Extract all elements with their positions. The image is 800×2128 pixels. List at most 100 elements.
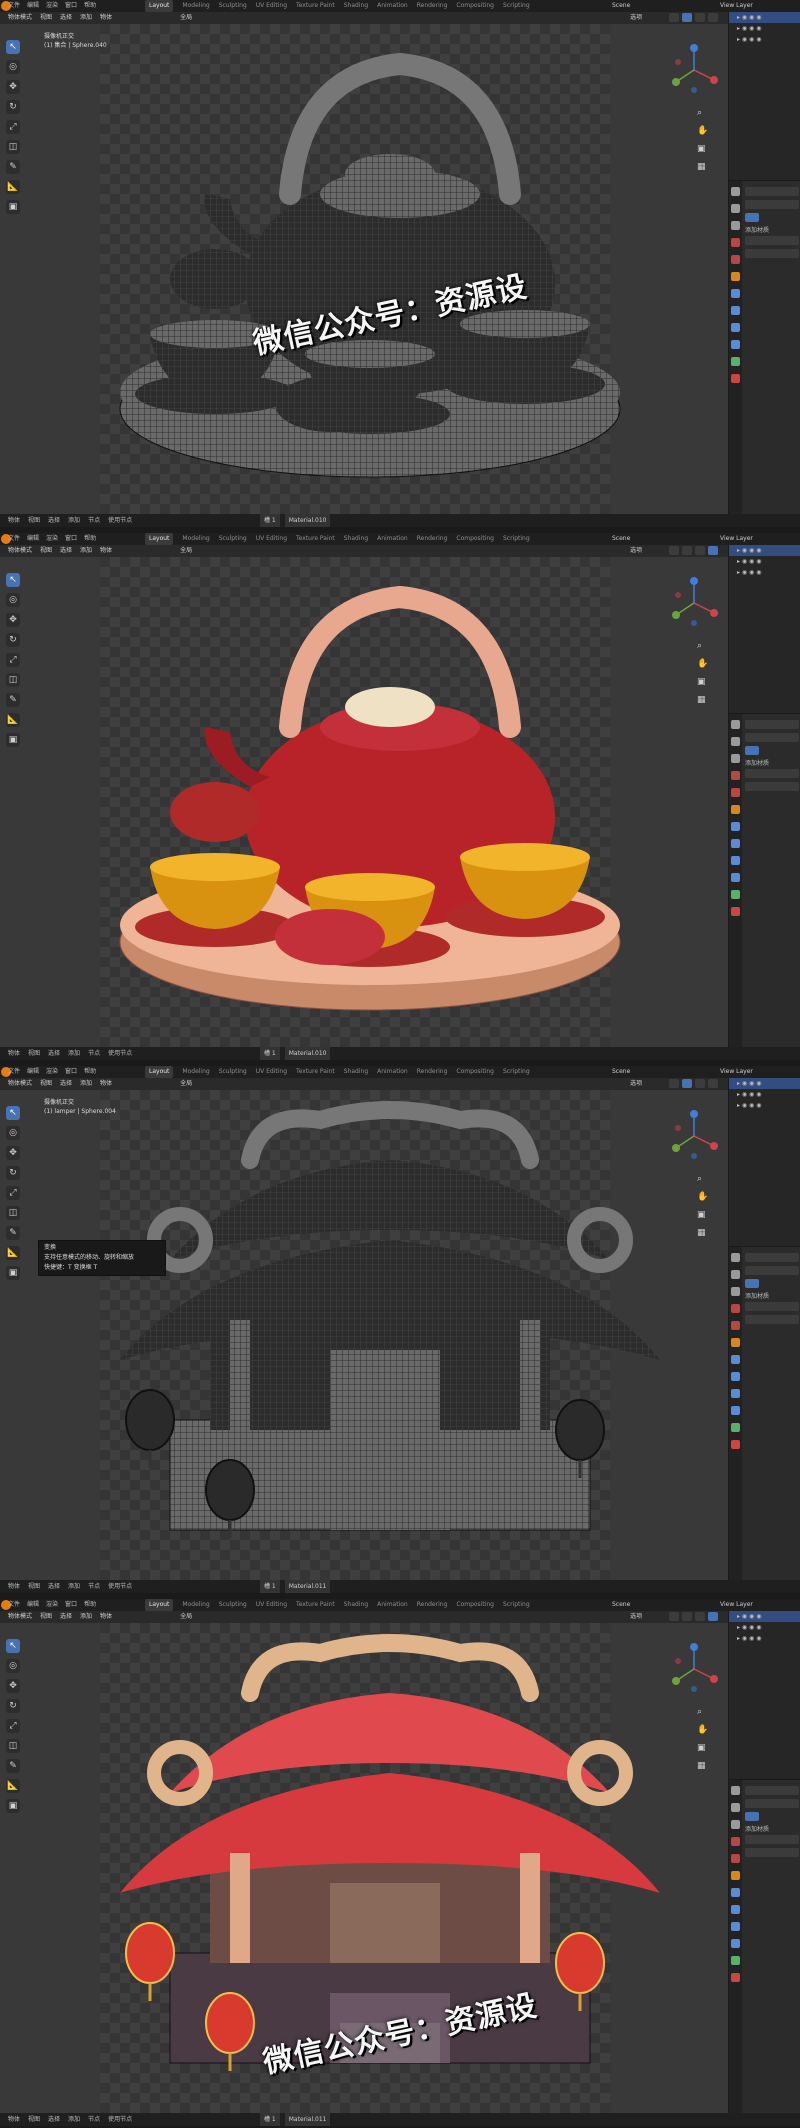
workspace-tab[interactable]: Layout xyxy=(145,1066,174,1078)
property-field[interactable] xyxy=(745,1848,799,1857)
workspace-tab[interactable]: Texture Paint xyxy=(296,1599,335,1611)
viewport-menu-item[interactable]: 物体模式 xyxy=(8,545,32,557)
add-cube-tool-icon[interactable]: ▣ xyxy=(6,733,20,747)
property-field[interactable] xyxy=(745,769,799,778)
annotate-tool-icon[interactable]: ✎ xyxy=(6,160,20,174)
move-tool-icon[interactable]: ✥ xyxy=(6,1146,20,1160)
object-tab-icon[interactable] xyxy=(731,272,740,281)
viewport-menu-item[interactable]: 物体 xyxy=(100,12,112,24)
status-menu-item[interactable]: 添加 xyxy=(68,1580,80,1593)
material-slot-list[interactable] xyxy=(745,1266,799,1275)
top-menu-item[interactable]: 帮助 xyxy=(84,1599,96,1611)
top-menu-item[interactable]: 编辑 xyxy=(27,1599,39,1611)
output-tab-icon[interactable] xyxy=(731,1287,740,1296)
workspace-tab[interactable]: Animation xyxy=(377,533,408,545)
move-tool-icon[interactable]: ✥ xyxy=(6,80,20,94)
modifier-tab-icon[interactable] xyxy=(731,822,740,831)
material-slot-list[interactable] xyxy=(745,720,799,729)
pan-hand-icon[interactable]: ✋ xyxy=(697,1725,708,1735)
scene-selector[interactable]: Scene xyxy=(612,1599,630,1611)
render-tab-icon[interactable] xyxy=(731,1270,740,1279)
render-tab-icon[interactable] xyxy=(731,1803,740,1812)
cursor-tool-icon[interactable]: ◎ xyxy=(6,1659,20,1673)
move-tool-icon[interactable]: ✥ xyxy=(6,613,20,627)
top-menu-item[interactable]: 编辑 xyxy=(27,0,39,12)
physics-tab-icon[interactable] xyxy=(731,856,740,865)
add-cube-tool-icon[interactable]: ▣ xyxy=(6,1266,20,1280)
annotate-tool-icon[interactable]: ✎ xyxy=(6,1226,20,1240)
measure-tool-icon[interactable]: 📐 xyxy=(6,1779,20,1793)
select-tool-icon[interactable]: ↖ xyxy=(6,40,20,54)
status-menu-item[interactable]: 物体 xyxy=(8,514,20,527)
ortho-grid-icon[interactable]: ▦ xyxy=(697,162,708,172)
outliner-row[interactable]: ▸ ◉ ◉ ◉ xyxy=(729,1633,800,1644)
status-menu-item[interactable]: 节点 xyxy=(88,2113,100,2126)
workspace-tab[interactable]: Modeling xyxy=(182,0,209,12)
status-menu-item[interactable]: 节点 xyxy=(88,1580,100,1593)
top-menu-item[interactable]: 窗口 xyxy=(65,533,77,545)
outliner[interactable]: ▸ ◉ ◉ ◉ ▸ ◉ ◉ ◉ ▸ ◉ ◉ ◉ xyxy=(728,545,800,713)
constraint-tab-icon[interactable] xyxy=(731,1406,740,1415)
rotate-tool-icon[interactable]: ↻ xyxy=(6,1166,20,1180)
workspace-tab[interactable]: Sculpting xyxy=(219,0,247,12)
material-selector[interactable]: 槽 1 Material.010 xyxy=(260,1047,331,1060)
navigation-gizmo[interactable] xyxy=(664,40,724,100)
scene-tab-icon[interactable] xyxy=(731,238,740,247)
viewport-menu-item[interactable]: 物体 xyxy=(100,1078,112,1090)
world-tab-icon[interactable] xyxy=(731,1854,740,1863)
material-name[interactable]: Material.011 xyxy=(284,1580,331,1593)
particle-tab-icon[interactable] xyxy=(731,1905,740,1914)
object-tab-icon[interactable] xyxy=(731,805,740,814)
viewport-menu-item[interactable]: 添加 xyxy=(80,1078,92,1090)
material-slot-list[interactable] xyxy=(745,187,799,196)
material-selector[interactable]: 槽 1 Material.011 xyxy=(260,1580,331,1593)
add-cube-tool-icon[interactable]: ▣ xyxy=(6,1799,20,1813)
render-shading-button[interactable] xyxy=(708,1079,718,1088)
scene-tab-icon[interactable] xyxy=(731,1304,740,1313)
workspace-tab[interactable]: Animation xyxy=(377,0,408,12)
top-menu-item[interactable]: 文件 xyxy=(8,1066,20,1078)
world-tab-icon[interactable] xyxy=(731,788,740,797)
options-menu[interactable]: 选项 xyxy=(630,12,642,24)
modifier-tab-icon[interactable] xyxy=(731,1888,740,1897)
slot-selector[interactable]: 槽 1 xyxy=(260,2113,280,2126)
workspace-tab[interactable]: Compositing xyxy=(456,0,494,12)
status-menu-item[interactable]: 视图 xyxy=(28,1580,40,1593)
camera-view-icon[interactable]: ▣ xyxy=(697,1743,708,1753)
cursor-tool-icon[interactable]: ◎ xyxy=(6,593,20,607)
material-slot-list[interactable] xyxy=(745,1786,799,1795)
tool-tab-icon[interactable] xyxy=(731,720,740,729)
workspace-tab[interactable]: Texture Paint xyxy=(296,0,335,12)
status-menu-item[interactable]: 使用节点 xyxy=(108,1047,132,1060)
outliner-row[interactable]: ▸ ◉ ◉ ◉ xyxy=(729,1611,800,1622)
transform-tool-icon[interactable]: ◫ xyxy=(6,673,20,687)
workspace-tab[interactable]: Texture Paint xyxy=(296,1066,335,1078)
rotate-tool-icon[interactable]: ↻ xyxy=(6,100,20,114)
viewport-menu-item[interactable]: 添加 xyxy=(80,545,92,557)
workspace-tab[interactable]: Modeling xyxy=(182,533,209,545)
options-menu[interactable]: 选项 xyxy=(630,545,642,557)
3d-viewport[interactable]: ↖ ◎ ✥ ↻ ⤢ ◫ ✎ 📐 ▣ ⌕ ✋ ▣ ▦ xyxy=(0,557,728,1047)
workspace-tab[interactable]: Layout xyxy=(145,1599,174,1611)
material-shading-button[interactable] xyxy=(695,13,705,22)
navigation-gizmo[interactable] xyxy=(664,573,724,633)
tool-tab-icon[interactable] xyxy=(731,187,740,196)
options-menu[interactable]: 选项 xyxy=(630,1611,642,1623)
status-menu-item[interactable]: 选择 xyxy=(48,514,60,527)
active-slot[interactable] xyxy=(745,213,759,222)
workspace-tab[interactable]: Compositing xyxy=(456,533,494,545)
scene-tab-icon[interactable] xyxy=(731,1837,740,1846)
world-tab-icon[interactable] xyxy=(731,255,740,264)
ortho-grid-icon[interactable]: ▦ xyxy=(697,1761,708,1771)
workspace-tab[interactable]: Layout xyxy=(145,533,174,545)
status-menu-item[interactable]: 使用节点 xyxy=(108,514,132,527)
outliner[interactable]: ▸ ◉ ◉ ◉ ▸ ◉ ◉ ◉ ▸ ◉ ◉ ◉ xyxy=(728,12,800,180)
zoom-icon[interactable]: ⌕ xyxy=(697,108,708,118)
active-slot[interactable] xyxy=(745,1812,759,1821)
transform-orientation[interactable]: 全局 xyxy=(180,545,192,557)
solid-shading-button[interactable] xyxy=(682,13,692,22)
workspace-tab[interactable]: Texture Paint xyxy=(296,533,335,545)
status-menu-item[interactable]: 添加 xyxy=(68,2113,80,2126)
select-tool-icon[interactable]: ↖ xyxy=(6,1639,20,1653)
viewport-menu-item[interactable]: 选择 xyxy=(60,12,72,24)
